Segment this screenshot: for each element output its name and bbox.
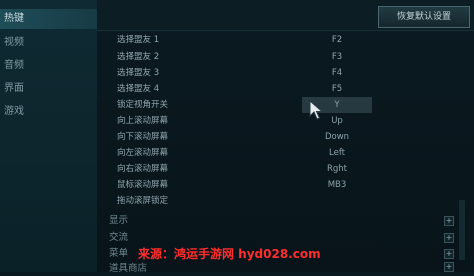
sidebar-item-game[interactable]: 游戏	[0, 102, 97, 122]
expand-item-shop-plus-icon[interactable]: +	[444, 262, 454, 272]
binding-key-button[interactable]: F2	[302, 32, 372, 48]
section-label: 显示	[109, 215, 129, 226]
sidebar-item-label: 热键	[4, 13, 24, 24]
binding-label: 选择盟友 4	[117, 84, 160, 94]
binding-row: 向上滚动屏幕 Up	[97, 113, 443, 129]
binding-row: 向左滚动屏幕 Left	[97, 145, 443, 161]
binding-label: 选择盟友 1	[117, 35, 160, 45]
section-item-shop[interactable]: 道具商店	[97, 262, 457, 276]
binding-key-button[interactable]: Down	[302, 129, 372, 145]
binding-row: 向右滚动屏幕 Rght	[97, 161, 443, 177]
binding-key-button[interactable]: F5	[302, 81, 372, 97]
binding-label: 锁定视角开关	[117, 100, 169, 110]
binding-label: 向左滚动屏幕	[117, 148, 169, 158]
source-watermark: 来源：鸿运手游网 hyd028.com	[138, 247, 321, 261]
binding-key-button[interactable]: Left	[302, 145, 372, 161]
binding-label: 选择盟友 2	[117, 52, 160, 62]
section-communication[interactable]: 交流	[97, 231, 457, 245]
binding-label: 鼠标滚动屏幕	[117, 180, 169, 190]
expand-menu-plus-icon[interactable]: +	[444, 249, 454, 259]
sidebar-item-video[interactable]: 视频	[0, 33, 97, 53]
binding-row: 选择盟友 1 F2	[97, 32, 443, 48]
binding-label: 向上滚动屏幕	[117, 116, 169, 126]
sidebar-item-label: 视频	[4, 37, 24, 48]
binding-key-button[interactable]: MB3	[302, 177, 372, 193]
binding-row: 选择盟友 4 F5	[97, 81, 443, 97]
expand-display-plus-icon[interactable]: +	[444, 216, 454, 226]
sidebar-item-label: 音频	[4, 60, 24, 71]
sidebar-item-label: 界面	[4, 83, 24, 94]
sidebar-item-audio[interactable]: 音频	[0, 56, 97, 76]
binding-label: 拖动滚屏锁定	[117, 196, 169, 206]
binding-label: 选择盟友 3	[117, 68, 160, 78]
section-label: 交流	[109, 232, 129, 243]
binding-row: 向下滚动屏幕 Down	[97, 129, 443, 145]
binding-row: 锁定视角开关 Y	[97, 97, 443, 113]
sidebar-item-label: 游戏	[4, 106, 24, 117]
binding-row: 选择盟友 2 F3	[97, 49, 443, 65]
binding-key-button[interactable]: F3	[302, 49, 372, 65]
binding-key-button[interactable]: F4	[302, 65, 372, 81]
section-label: 道具商店	[109, 263, 148, 274]
scrollbar[interactable]	[459, 200, 465, 260]
section-label: 菜单	[109, 248, 129, 259]
reset-defaults-button[interactable]: 恢复默认设置	[378, 6, 470, 28]
binding-row: 拖动滚屏锁定	[97, 193, 443, 209]
binding-row: 鼠标滚动屏幕 MB3	[97, 177, 443, 193]
sidebar-item-interface[interactable]: 界面	[0, 79, 97, 99]
expand-communication-plus-icon[interactable]: +	[444, 233, 454, 243]
binding-row: 选择盟友 3 F4	[97, 65, 443, 81]
binding-key-button[interactable]: Rght	[302, 161, 372, 177]
binding-label: 向右滚动屏幕	[117, 164, 169, 174]
sidebar-item-hotkeys[interactable]: 热键	[0, 9, 97, 29]
binding-label: 向下滚动屏幕	[117, 132, 169, 142]
mouse-cursor-icon	[309, 100, 323, 120]
section-display[interactable]: 显示	[97, 214, 457, 228]
